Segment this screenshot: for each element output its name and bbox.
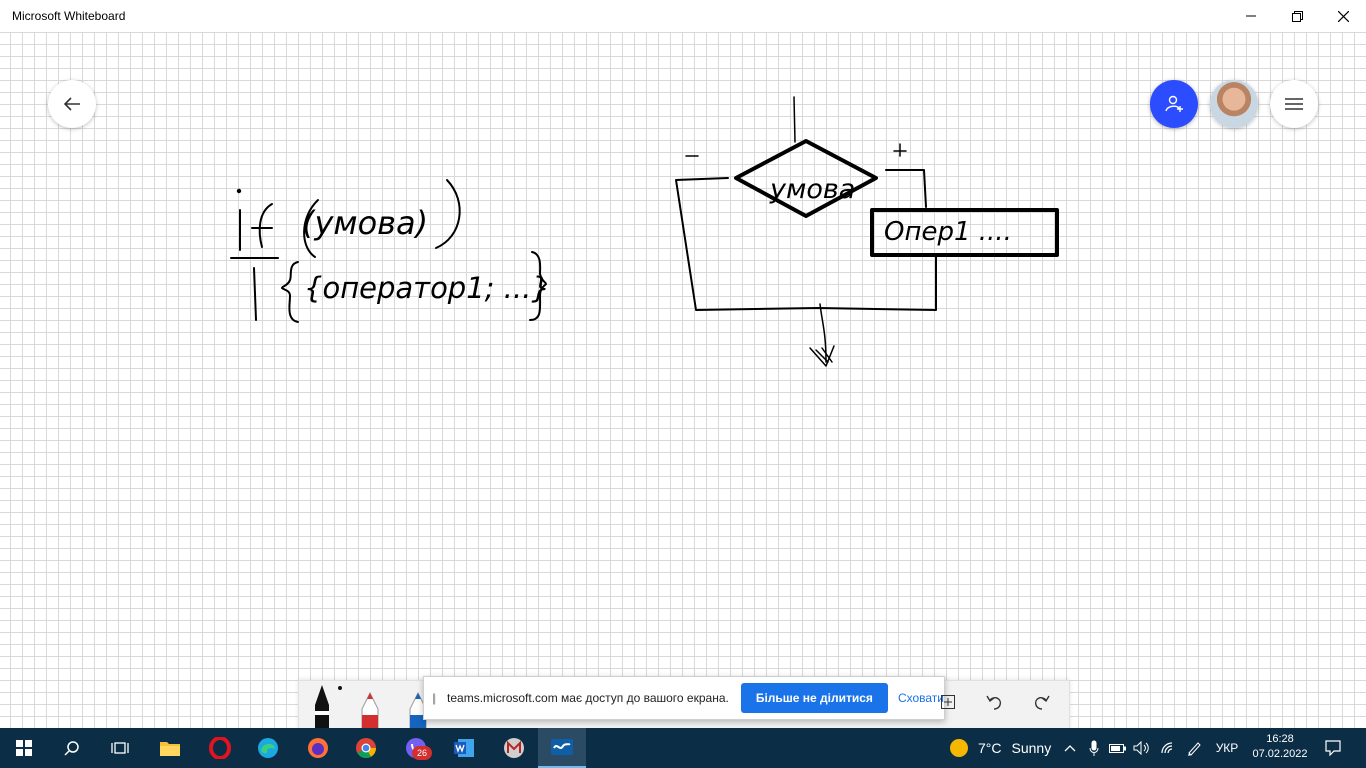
- screen-share-banner: || teams.microsoft.com має доступ до ваш…: [423, 676, 945, 720]
- search-button[interactable]: [48, 728, 96, 768]
- restore-button[interactable]: [1274, 0, 1320, 32]
- whiteboard-icon: [551, 739, 573, 755]
- folder-icon: [160, 742, 180, 756]
- task-view-button[interactable]: [96, 728, 144, 768]
- notification-icon: [1325, 740, 1341, 756]
- whiteboard-canvas[interactable]: (умова) {оператор1; ...} умова Опер1 ...…: [0, 32, 1366, 728]
- clock-time: 16:28: [1266, 733, 1294, 745]
- weather-condition: Sunny: [1011, 740, 1052, 756]
- pen-workspace-button[interactable]: [1184, 728, 1204, 768]
- redo-button[interactable]: [1030, 690, 1054, 714]
- taskbar-chrome[interactable]: [342, 728, 390, 768]
- clock-date: 07.02.2022: [1252, 748, 1308, 760]
- pen-icon: [1188, 742, 1201, 756]
- firefox-icon: [308, 738, 328, 758]
- microphone-icon: [1089, 740, 1099, 756]
- menu-button[interactable]: [1270, 80, 1318, 128]
- black-pen-icon[interactable]: [311, 683, 333, 729]
- windows-logo-icon: [16, 740, 32, 756]
- selected-dot-icon: [338, 686, 342, 690]
- opera-icon: [209, 737, 231, 759]
- microphone-button[interactable]: [1084, 728, 1104, 768]
- restore-icon: [1291, 10, 1303, 22]
- add-person-icon: [1165, 95, 1183, 112]
- input-language[interactable]: УКР: [1212, 728, 1242, 768]
- word-icon: [454, 739, 474, 757]
- weather-widget[interactable]: 7°C Sunny: [950, 728, 1051, 768]
- add-tool-button[interactable]: [936, 690, 960, 714]
- ink-layer: (умова) {оператор1; ...} умова Опер1 ...…: [230, 96, 1059, 367]
- volume-button[interactable]: [1132, 728, 1152, 768]
- undo-button[interactable]: [982, 690, 1006, 714]
- title-bar: Microsoft Whiteboard: [0, 0, 1366, 32]
- task-view-icon: [111, 742, 129, 754]
- taskbar-edge[interactable]: [244, 728, 292, 768]
- chrome-icon: [356, 738, 377, 759]
- chevron-up-icon: [1064, 745, 1076, 752]
- ink-diamond-text: умова: [769, 174, 855, 205]
- battery-button[interactable]: [1108, 728, 1128, 768]
- speaker-icon: [1133, 741, 1149, 755]
- back-button[interactable]: [48, 80, 96, 128]
- taskbar-app-m[interactable]: [490, 728, 538, 768]
- undo-icon: [986, 695, 1002, 710]
- invite-button[interactable]: [1150, 80, 1198, 128]
- network-button[interactable]: [1158, 728, 1178, 768]
- minimize-icon: [1246, 15, 1256, 17]
- user-avatar[interactable]: [1210, 80, 1258, 128]
- taskbar-file-explorer[interactable]: [146, 728, 194, 768]
- plus-square-icon: [941, 695, 955, 709]
- hamburger-icon: [1285, 98, 1303, 110]
- drag-handle[interactable]: ||: [432, 691, 441, 705]
- minimize-button[interactable]: [1228, 0, 1274, 32]
- share-message: teams.microsoft.com має доступ до вашого…: [447, 691, 729, 705]
- clock[interactable]: 16:28 07.02.2022: [1248, 732, 1312, 762]
- wifi-icon: [1161, 742, 1173, 754]
- search-icon: [64, 741, 79, 756]
- stop-sharing-button[interactable]: Більше не ділитися: [740, 683, 888, 713]
- taskbar-word[interactable]: [440, 728, 488, 768]
- viber-badge: 26: [412, 746, 432, 760]
- weather-temp: 7°C: [978, 740, 1002, 756]
- close-button[interactable]: [1320, 0, 1366, 32]
- edge-icon: [258, 738, 278, 758]
- battery-icon: [1109, 744, 1126, 753]
- ink-box-text: Опер1 ....: [884, 217, 1012, 247]
- start-button[interactable]: [0, 728, 48, 768]
- red-pen-icon[interactable]: [359, 691, 381, 729]
- ink-text-if: (умова) {оператор1; ...}: [302, 204, 550, 305]
- close-icon: [1337, 10, 1349, 22]
- taskbar-firefox[interactable]: [294, 728, 342, 768]
- notifications-button[interactable]: [1320, 728, 1346, 768]
- taskbar-opera[interactable]: [196, 728, 244, 768]
- ink-body-text: {оператор1; ...}: [304, 271, 550, 305]
- redo-icon: [1034, 695, 1050, 710]
- ink-condition-text: (умова): [302, 204, 428, 242]
- m-app-icon: [504, 738, 524, 758]
- show-hidden-icons-button[interactable]: [1060, 728, 1080, 768]
- arrow-left-icon: [63, 97, 80, 111]
- taskbar: 7°C Sunny УКР 16:28 07.02.2022: [0, 728, 1366, 768]
- taskbar-whiteboard[interactable]: [538, 728, 586, 768]
- window-title: Microsoft Whiteboard: [12, 9, 126, 23]
- sun-icon: [950, 739, 968, 757]
